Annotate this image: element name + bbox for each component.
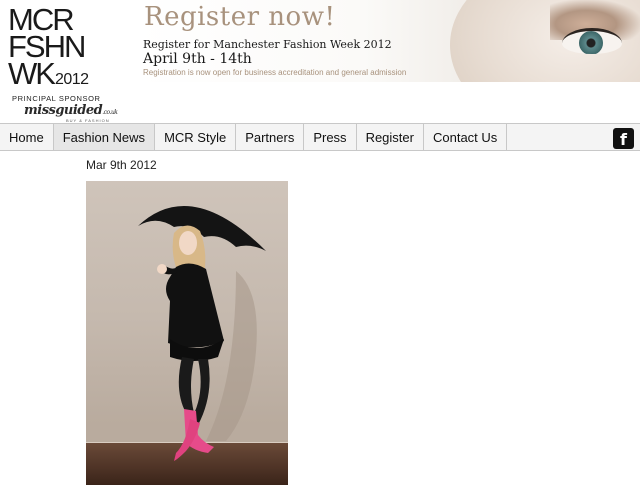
banner-subtitle: Register for Manchester Fashion Week 201… (143, 38, 392, 51)
post-photo[interactable] (86, 181, 288, 485)
woman-with-umbrella-illustration (138, 206, 266, 461)
logo-line-3-wrap: WK2012 (8, 58, 128, 93)
logo-wordmark: MCR FSHN WK2012 (8, 4, 128, 93)
nav-mcr-style[interactable]: MCR Style (155, 124, 237, 150)
sponsor-brand-name: missguided (24, 103, 103, 118)
sponsor-brand-suffix: .co.uk (102, 109, 118, 116)
main-nav: Home Fashion News MCR Style Partners Pre… (0, 123, 640, 151)
banner-dates: April 9th - 14th (143, 51, 252, 67)
nav-contact-us[interactable]: Contact Us (424, 124, 508, 150)
sponsor-brand: missguided.co.uk (24, 103, 118, 118)
logo-line-3: WK (8, 56, 56, 91)
register-banner[interactable]: Register now! Register for Manchester Fa… (137, 0, 640, 82)
post-date: Mar 9th 2012 (86, 158, 157, 172)
banner-iris (579, 31, 603, 54)
site-logo[interactable]: MCR FSHN WK2012 PRINCIPAL SPONSOR missgu… (8, 4, 128, 123)
banner-title: Register now! (144, 2, 336, 32)
nav-press[interactable]: Press (304, 124, 357, 150)
sponsor-label: PRINCIPAL SPONSOR (12, 94, 101, 103)
nav-partners[interactable]: Partners (236, 124, 305, 150)
banner-eye-image (562, 28, 622, 54)
logo-year: 2012 (54, 71, 89, 88)
facebook-icon[interactable]: f (613, 128, 634, 149)
nav-fashion-news[interactable]: Fashion News (53, 124, 156, 150)
nav-register[interactable]: Register (357, 124, 424, 150)
banner-note: Registration is now open for business ac… (143, 68, 407, 77)
nav-home[interactable]: Home (0, 124, 54, 150)
